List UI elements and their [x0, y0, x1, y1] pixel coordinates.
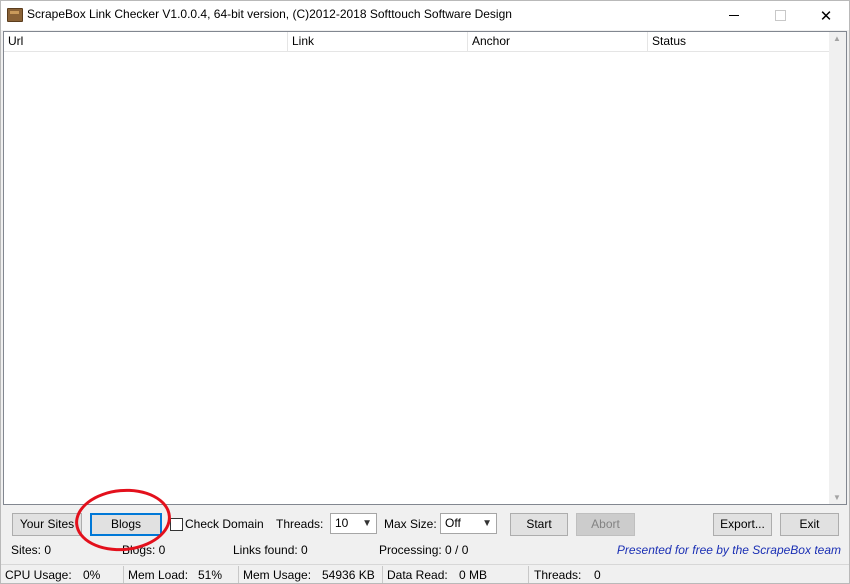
scroll-up-icon[interactable]: ▲: [833, 34, 841, 43]
start-button[interactable]: Start: [510, 513, 568, 536]
results-list[interactable]: Url Link Anchor Status ▲ ▼: [3, 31, 847, 505]
status-divider: [238, 566, 239, 583]
check-domain-checkbox[interactable]: [170, 518, 183, 531]
links-found: Links found: 0: [233, 543, 308, 557]
cpu-usage-value: 0%: [83, 568, 101, 582]
credit-text: Presented for free by the ScrapeBox team: [616, 543, 841, 557]
threads-select[interactable]: 10 ▼: [330, 513, 377, 534]
status-divider: [123, 566, 124, 583]
data-read-label: Data Read:: [387, 568, 448, 582]
max-size-select[interactable]: Off ▼: [440, 513, 497, 534]
maximize-icon: [774, 10, 786, 21]
mem-load-value: 51%: [198, 568, 223, 582]
max-size-label: Max Size:: [384, 517, 437, 531]
maximize-button[interactable]: [757, 1, 803, 30]
window-title: ScrapeBox Link Checker V1.0.0.4, 64-bit …: [27, 7, 512, 21]
threads-status-value: 0: [594, 568, 601, 582]
data-read-value: 0 MB: [459, 568, 488, 582]
status-divider: [528, 566, 529, 583]
check-domain-label[interactable]: Check Domain: [185, 517, 264, 531]
minimize-button[interactable]: [711, 1, 757, 30]
vertical-scrollbar[interactable]: ▲ ▼: [829, 32, 846, 504]
chevron-down-icon: ▼: [362, 518, 372, 529]
column-header-status[interactable]: Status: [648, 32, 829, 51]
minimize-icon: [729, 15, 739, 16]
column-header-url[interactable]: Url: [4, 32, 288, 51]
processing-status: Processing: 0 / 0: [379, 543, 469, 557]
chevron-down-icon: ▼: [482, 518, 492, 529]
sites-count: Sites: 0: [11, 543, 52, 557]
threads-value: 10: [335, 516, 349, 530]
exit-button[interactable]: Exit: [780, 513, 839, 536]
mem-usage-value: 54936 KB: [322, 568, 375, 582]
close-icon: ✕: [819, 7, 833, 25]
list-header: Url Link Anchor Status: [4, 32, 829, 52]
export-button[interactable]: Export...: [713, 513, 772, 536]
status-bar: CPU Usage: 0% Mem Load: 51% Mem Usage: 5…: [1, 564, 849, 583]
mem-load-label: Mem Load:: [128, 568, 189, 582]
column-header-anchor[interactable]: Anchor: [468, 32, 648, 51]
threads-label: Threads:: [276, 517, 324, 531]
status-divider: [382, 566, 383, 583]
your-sites-button[interactable]: Your Sites: [12, 513, 82, 536]
close-button[interactable]: ✕: [803, 1, 849, 30]
column-header-link[interactable]: Link: [288, 32, 468, 51]
threads-status-label: Threads:: [534, 568, 582, 582]
title-bar[interactable]: ScrapeBox Link Checker V1.0.0.4, 64-bit …: [1, 1, 849, 30]
scroll-down-icon[interactable]: ▼: [833, 493, 841, 502]
cpu-usage-label: CPU Usage:: [5, 568, 72, 582]
mem-usage-label: Mem Usage:: [243, 568, 312, 582]
box-icon: [7, 8, 23, 22]
abort-button: Abort: [576, 513, 635, 536]
max-size-value: Off: [445, 516, 461, 530]
